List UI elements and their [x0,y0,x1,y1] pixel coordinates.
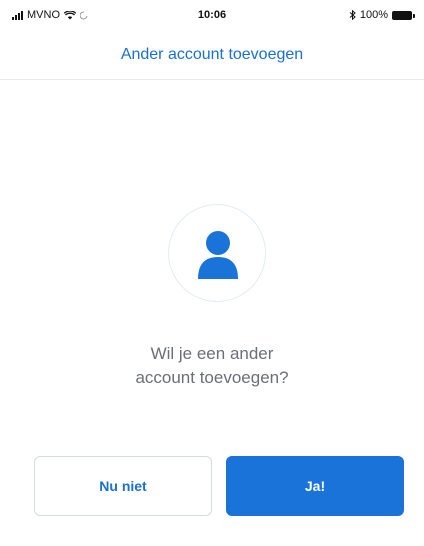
battery-percentage: 100% [359,9,388,21]
battery-icon [392,10,415,20]
avatar [168,204,266,302]
page-title: Ander account toevoegen [120,46,304,63]
status-bar: MVNO 10:06 100% [0,0,424,30]
bluetooth-icon [349,10,356,20]
status-right: 100% [349,9,415,21]
confirm-button[interactable]: Ja! [226,456,404,516]
not-now-label: Nu niet [99,478,147,494]
navigation-bar: Ander account toevoegen [0,30,424,80]
question-line-2: account toevoegen? [135,368,289,387]
confirm-label: Ja! [304,478,326,494]
add-account-question: Wil je een ander account toevoegen? [60,342,364,390]
user-icon [198,231,238,279]
add-account-screen: MVNO 10:06 100% Ander account toevoegen [0,0,424,546]
question-line-1: Wil je een ander [150,344,274,363]
not-now-button[interactable]: Nu niet [34,456,212,516]
